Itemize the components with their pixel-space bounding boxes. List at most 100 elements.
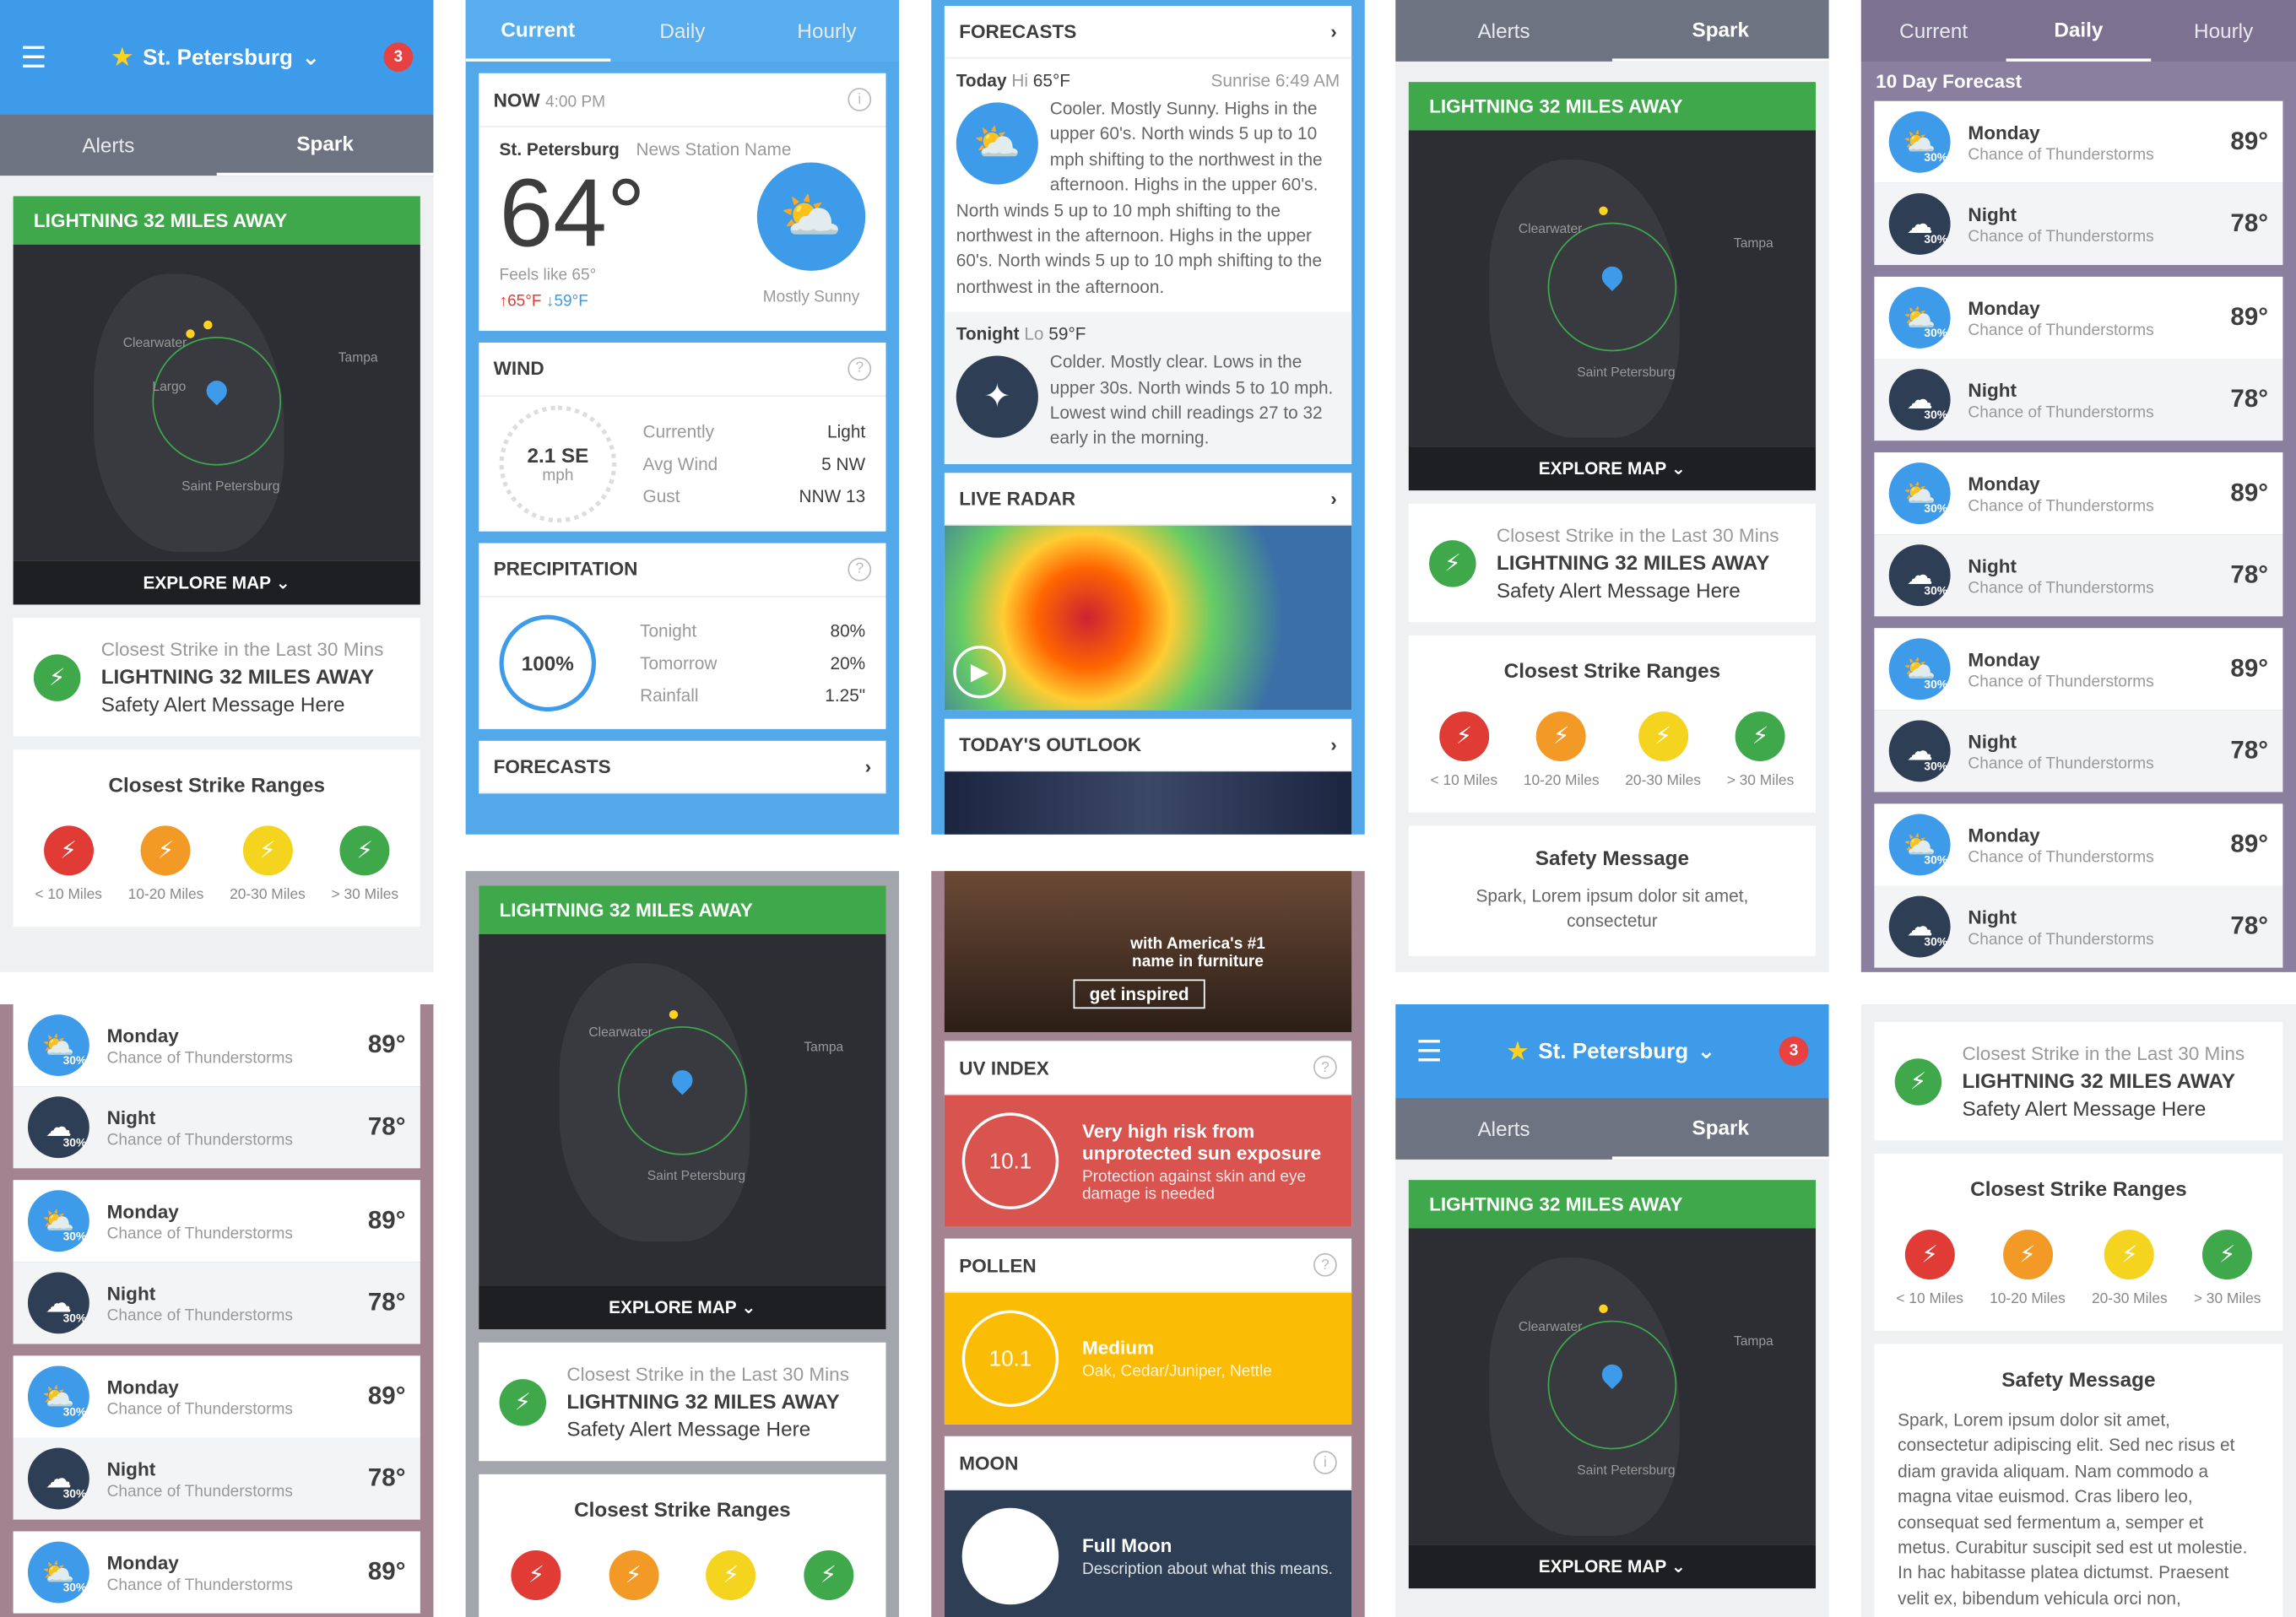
forecast-row[interactable]: ☁ 30% Night Chance of Thunderstorms 78° <box>1874 885 2283 968</box>
current-screen: Current Daily Hourly NOW 4:00 PM i St. Pete… <box>465 0 900 835</box>
precip-gauge: 100% <box>499 614 597 711</box>
forecast-row[interactable]: ☁ 30% Night Chance of Thunderstorms 78° <box>1874 534 2283 617</box>
play-icon[interactable]: ▶ <box>953 645 1006 698</box>
wind-gauge: 2.1 SE mph <box>499 404 617 522</box>
pollen-card: POLLEN? 10.1 Medium Oak, Cedar/Juniper, Ne… <box>944 1238 1352 1425</box>
furniture-ad[interactable]: with America's #1 name in furniture get … <box>944 871 1352 1032</box>
safety-screen: ⚡ Closest Strike in the Last 30 Mins LIGHT… <box>1860 1004 2296 1617</box>
alert-badge[interactable]: 3 <box>383 42 414 73</box>
help-icon[interactable]: ? <box>847 557 872 581</box>
forecast-row[interactable]: ☁ 30% Night Chance of Thunderstorms 78° <box>1874 710 2283 792</box>
lightning-bolt-icon: ⚡ <box>33 653 81 701</box>
sun-cloud-rain-icon: ⛅ 30% <box>27 1014 89 1077</box>
tab-daily[interactable]: Daily <box>2006 0 2152 62</box>
sun-cloud-rain-icon: ⛅ 30% <box>1888 287 1951 349</box>
lightning-map-card: LIGHTNING 32 MILES AWAY Clearwater Largo… <box>13 196 420 605</box>
radar-map: ▶ <box>944 525 1352 710</box>
forecast-row[interactable]: ⛅ 30% Monday Chance of Thunderstorms 89° <box>1874 803 2283 886</box>
forecast-row[interactable]: ⛅ 30% Monday Chance of Thunderstorms 89° <box>13 1004 420 1087</box>
cloud-rain-icon: ☁ 30% <box>27 1096 89 1159</box>
app-header: ☰ ★ St. Petersburg ⌄ 3 <box>0 0 434 115</box>
cloud-rain-icon: ☁ 30% <box>1888 720 1951 782</box>
tab-hourly[interactable]: Hourly <box>755 0 899 62</box>
sun-cloud-icon: ⛅ <box>756 163 866 272</box>
favorite-star-icon[interactable]: ★ <box>111 41 134 72</box>
forecast-row[interactable]: ⛅ 30% Monday Chance of Thunderstorms 89° <box>1874 628 2283 711</box>
forecast-row[interactable]: ⛅ 30% Monday Chance of Thunderstorms 89° <box>13 1355 420 1438</box>
daily-screen: Current Daily Hourly 10 Day Forecast ⛅ 30% M… <box>1860 0 2296 972</box>
explore-map-button[interactable]: EXPLORE MAP ⌄ <box>13 560 420 605</box>
uv-card: UV INDEX? 10.1 Very high risk from unprot… <box>944 1041 1352 1227</box>
ten-day-title: 10 Day Forecast <box>1876 70 2023 93</box>
cloud-rain-icon: ☁ 30% <box>27 1447 89 1510</box>
chevron-right-icon[interactable]: › <box>1330 20 1337 42</box>
bolt-red-icon: ⚡ <box>43 825 94 876</box>
lightning-banner: LIGHTNING 32 MILES AWAY <box>13 196 420 245</box>
tab-spark[interactable]: Spark <box>1611 0 1829 62</box>
video-thumbnail <box>944 771 1352 835</box>
forecast-row[interactable]: ⛅ 30% Monday Chance of Thunderstorms 89° <box>1874 100 2283 183</box>
forecast-row[interactable]: ⛅ 30% Monday Chance of Thunderstorms 89° <box>1874 276 2283 360</box>
sun-cloud-rain-icon: ⛅ 30% <box>27 1541 89 1603</box>
lightning-map[interactable]: Clearwater Largo Tampa Saint Petersburg <box>13 244 420 561</box>
bolt-green-icon: ⚡ <box>339 825 390 876</box>
spark-screen-3: LIGHTNING 32 MILES AWAY Clearwater Tampa S… <box>465 871 900 1617</box>
explore-map-button[interactable]: EXPLORE MAP ⌄ <box>479 1285 886 1330</box>
night-sky-icon: ✦ <box>956 355 1038 438</box>
tab-spark[interactable]: Spark <box>216 114 434 176</box>
radar-card[interactable]: LIVE RADAR › ▶ <box>944 472 1352 710</box>
sun-cloud-rain-icon: ⛅ 30% <box>1888 638 1951 700</box>
bolt-yellow-icon: ⚡ <box>242 825 293 876</box>
tab-alerts[interactable]: Alerts <box>0 114 217 176</box>
forecast-row[interactable]: ☁ 30% Night Chance of Thunderstorms 78° <box>1874 182 2283 265</box>
info-icon[interactable]: i <box>847 88 872 111</box>
now-card: NOW 4:00 PM i St. Petersburg News Station… <box>479 73 886 331</box>
outlook-card[interactable]: TODAY'S OUTLOOK › <box>944 718 1352 835</box>
wind-card: WIND? 2.1 SE mph Currently Light Avg Wind 5… <box>479 342 886 531</box>
forecasts-card: FORECASTS › Today Hi 65°F Sunrise 6:49 AM … <box>944 5 1352 464</box>
tab-daily[interactable]: Daily <box>610 0 755 62</box>
bolt-orange-icon: ⚡ <box>141 825 191 876</box>
uv-screen: with America's #1 name in furniture get … <box>931 871 1365 1617</box>
daily-list-screen: ⛅ 30% Monday Chance of Thunderstorms 89° ☁ 30%… <box>0 1004 434 1617</box>
sun-cloud-rain-icon: ⛅ 30% <box>1888 462 1951 525</box>
forecast-row[interactable]: ⛅ 30% Monday Chance of Thunderstorms 89° <box>13 1180 420 1263</box>
tab-alerts[interactable]: Alerts <box>1395 0 1612 62</box>
tab-hourly[interactable]: Hourly <box>2151 0 2296 62</box>
spark-screen-1: ☰ ★ St. Petersburg ⌄ 3 Alerts Spark LIGHTNI… <box>0 0 434 972</box>
spark-screen-4: ☰ ★ St. Petersburg ⌄ 3 Alerts Spark LIGHTNING… <box>1395 1004 1829 1617</box>
menu-icon[interactable]: ☰ <box>20 39 46 75</box>
explore-map-button[interactable]: EXPLORE MAP ⌄ <box>1408 446 1817 491</box>
forecast-row[interactable]: ⛅ 30% Monday Chance of Thunderstorms 89° <box>1874 452 2283 535</box>
safety-card: Safety Message Spark, Lorem ipsum dolor s… <box>1408 825 1817 956</box>
precip-card: PRECIPITATION? 100% Tonight 80% Tomorrow 2… <box>479 542 886 729</box>
chevron-down-icon[interactable]: ⌄ <box>301 44 320 70</box>
forecast-row[interactable]: ⛅ 30% Monday Chance of Thunderstorms 89° <box>13 1531 420 1614</box>
tab-current[interactable]: Current <box>1861 0 2006 62</box>
cloud-rain-icon: ☁ 30% <box>1888 192 1951 255</box>
forecast-row[interactable]: ☁ 30% Night Chance of Thunderstorms 78° <box>13 1437 420 1520</box>
cloud-rain-icon: ☁ 30% <box>1888 544 1951 607</box>
lightning-map[interactable]: Clearwater Tampa Saint Petersburg <box>1408 1228 1817 1545</box>
cloud-rain-icon: ☁ 30% <box>1888 369 1951 431</box>
forecast-row[interactable]: ☁ 30% Night Chance of Thunderstorms 78° <box>1874 359 2283 441</box>
location-name[interactable]: St. Petersburg <box>143 45 293 69</box>
forecast-row[interactable]: ☁ 30% Night Chance of Thunderstorms 78° <box>13 1262 420 1344</box>
lightning-map[interactable]: Clearwater Tampa Saint Petersburg <box>479 933 886 1286</box>
tab-spark[interactable]: Spark <box>1611 1098 1829 1160</box>
help-icon[interactable]: ? <box>847 356 872 381</box>
full-moon-icon <box>961 1507 1059 1605</box>
forecast-row[interactable]: ☁ 30% Night Chance of Thunderstorms 78° <box>13 1086 420 1169</box>
menu-icon[interactable]: ☰ <box>1416 1033 1442 1069</box>
cloud-rain-icon: ☁ 30% <box>1888 895 1951 958</box>
tab-current[interactable]: Current <box>465 0 610 62</box>
sun-cloud-rain-icon: ⛅ 30% <box>1888 814 1951 876</box>
moon-card: MOON i Full Moon Description about what th… <box>944 1436 1352 1617</box>
forecast-screen: FORECASTS › Today Hi 65°F Sunrise 6:49 AM … <box>931 0 1365 835</box>
spark-screen-2: Alerts Spark LIGHTNING 32 MILES AWAY Clea… <box>1395 0 1829 972</box>
sun-cloud-icon: ⛅ <box>956 102 1038 185</box>
forecasts-link[interactable]: FORECASTS › <box>479 740 886 793</box>
tab-alerts[interactable]: Alerts <box>1395 1098 1612 1160</box>
strike-ranges-card: Closest Strike Ranges ⚡ < 10 Miles ⚡ 10-20… <box>13 749 420 927</box>
lightning-map[interactable]: Clearwater Tampa Saint Petersburg <box>1408 130 1817 447</box>
